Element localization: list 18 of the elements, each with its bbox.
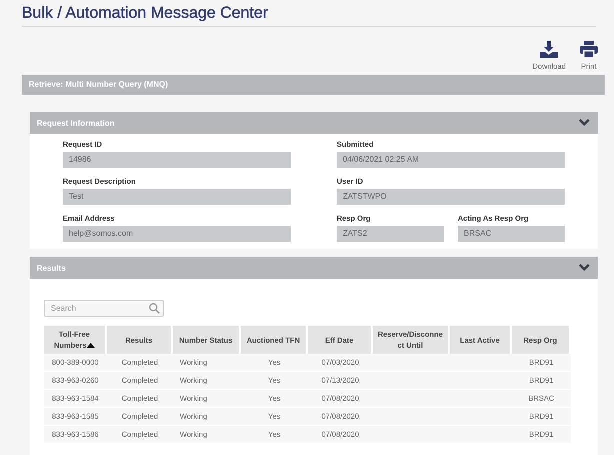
sort-up-icon [86,343,95,348]
section-bar: Retrieve: Multi Number Query (MNQ) [22,75,605,95]
readonly-field: BRSAC [458,226,565,242]
search-field[interactable]: Search [44,300,164,317]
chevron-icon[interactable] [579,119,590,127]
download-icon [540,41,558,58]
readonly-field: 04/06/2021 02:25 AM [337,152,565,168]
panel-title: Results [37,264,66,272]
search-icon [149,303,160,314]
readonly-field: ZATS2 [337,226,444,242]
readonly-field: Test [63,189,291,205]
readonly-field: ZATSTWPO [337,189,565,205]
panel-title: Request Information [37,118,115,128]
readonly-field: 14986 [63,152,291,168]
readonly-field: help@somos.com [63,226,291,242]
chevron-icon[interactable] [579,264,590,272]
page-title: Bulk / Automation Message Center [22,5,596,27]
printer-icon [580,41,598,58]
